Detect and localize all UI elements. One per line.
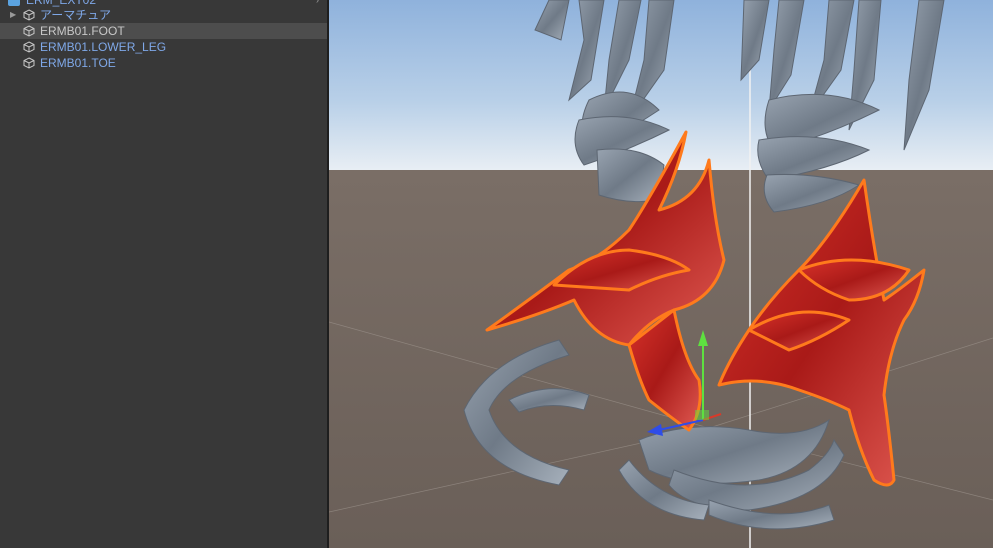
hierarchy-item-label: ERMB01.LOWER_LEG: [40, 40, 167, 54]
scene-viewport[interactable]: [329, 0, 993, 548]
hierarchy-item-label: アーマチュア: [40, 8, 112, 22]
hierarchy-item-label: ERMB01.FOOT: [40, 24, 125, 38]
gizmo-plane-handle[interactable]: [695, 410, 709, 420]
hierarchy-item-foot[interactable]: ERMB01.FOOT: [0, 23, 327, 39]
prefab-icon: [8, 0, 20, 6]
hierarchy-item-armature[interactable]: ▶ アーマチュア: [0, 7, 327, 23]
gameobject-cube-icon: [23, 41, 35, 53]
hierarchy-item-lower-leg[interactable]: ERMB01.LOWER_LEG: [0, 39, 327, 55]
hierarchy-item-label: ERMB01.TOE: [40, 56, 116, 70]
hierarchy-panel: ERM_EXT02 › ▶ アーマチュア ERMB01.FOOT ERMB01.…: [0, 0, 327, 548]
gameobject-cube-icon: [23, 57, 35, 69]
hierarchy-item-toe[interactable]: ERMB01.TOE: [0, 55, 327, 71]
gameobject-cube-icon: [23, 9, 35, 21]
expand-arrow-icon[interactable]: ▶: [10, 7, 16, 23]
scene-view[interactable]: [329, 0, 993, 548]
gameobject-cube-icon: [23, 25, 35, 37]
